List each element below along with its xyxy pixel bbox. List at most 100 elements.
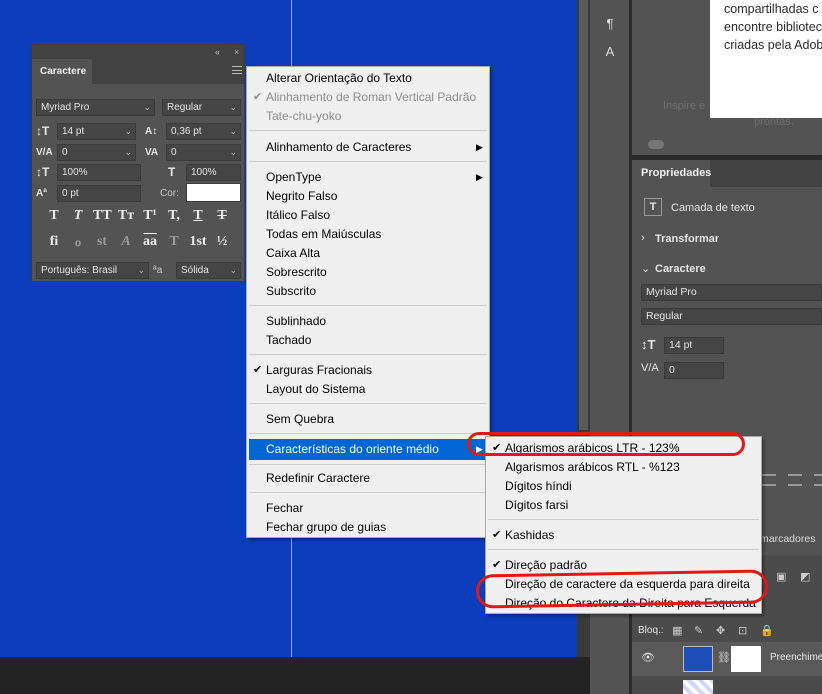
fractions-button[interactable]: ½ bbox=[213, 234, 231, 250]
baseline-shift-field[interactable]: 0 pt bbox=[57, 185, 141, 202]
character-section[interactable]: Caractere bbox=[655, 263, 706, 275]
props-font-size[interactable]: 14 pt bbox=[664, 337, 724, 354]
font-style-select[interactable]: Regular ⌄ bbox=[162, 99, 241, 116]
layers-filter-icon[interactable]: ◩ bbox=[800, 570, 810, 583]
menu-item-underline[interactable]: Sublinhado bbox=[249, 312, 487, 331]
justify-right-icon[interactable] bbox=[814, 474, 822, 486]
menu-item-strikethrough[interactable]: Tachado bbox=[249, 331, 487, 350]
ligatures-button[interactable]: fi bbox=[45, 234, 63, 250]
submenu-item-hindi-digits[interactable]: Dígitos híndi bbox=[488, 477, 759, 496]
menu-item-roman-vertical-alignment[interactable]: ✔ Alinhamento de Roman Vertical Padrão bbox=[249, 88, 487, 107]
menu-item-label: Alinhamento de Caracteres bbox=[266, 140, 412, 154]
checkmark-icon: ✔ bbox=[253, 364, 263, 376]
submenu-item-kashidas[interactable]: ✔ Kashidas bbox=[488, 526, 759, 545]
justify-icon[interactable] bbox=[762, 474, 776, 486]
all-caps-button[interactable]: TT bbox=[93, 208, 112, 224]
menu-item-label: Dígitos híndi bbox=[505, 479, 572, 493]
libraries-line: criadas pela Adob bbox=[724, 38, 822, 52]
panel-titlebar[interactable]: « × bbox=[32, 45, 244, 59]
lock-move-icon[interactable]: ✥ bbox=[716, 624, 725, 637]
properties-tabbar bbox=[710, 160, 822, 187]
layer-name[interactable]: Preenchime bbox=[770, 652, 822, 663]
menu-item-faux-bold[interactable]: Negrito Falso bbox=[249, 187, 487, 206]
menu-item-change-text-orientation[interactable]: Alterar Orientação do Texto bbox=[249, 69, 487, 88]
menu-item-fractional-widths[interactable]: ✔ Larguras Fracionais bbox=[249, 361, 487, 380]
font-family-select[interactable]: Myriad Pro ⌄ bbox=[36, 99, 155, 116]
close-icon[interactable]: × bbox=[234, 45, 239, 59]
menu-item-faux-italic[interactable]: Itálico Falso bbox=[249, 206, 487, 225]
vertical-scale-icon: ↕T bbox=[36, 165, 50, 179]
menu-item-label: Sem Quebra bbox=[266, 412, 335, 426]
tracking-value: 0 bbox=[171, 147, 177, 158]
menu-item-opentype[interactable]: OpenType ▶ bbox=[249, 168, 487, 187]
faux-bold-button[interactable]: T bbox=[45, 208, 63, 224]
menu-item-label: Negrito Falso bbox=[266, 189, 338, 203]
stylistic-alternates-button[interactable]: A bbox=[117, 234, 135, 250]
leading-field[interactable]: 0,36 pt ⌄ bbox=[166, 123, 241, 140]
leading-value: 0,36 pt bbox=[171, 126, 202, 137]
menu-item-close[interactable]: Fechar bbox=[249, 499, 487, 518]
language-select[interactable]: Português: Brasil ⌄ bbox=[36, 262, 149, 279]
tab-properties[interactable]: Propriedades bbox=[632, 160, 711, 187]
menu-item-tate-chu-yoko[interactable]: Tate-chu-yoko bbox=[249, 107, 487, 126]
layers-tab-label[interactable]: marcadores bbox=[760, 533, 815, 545]
faux-italic-button[interactable]: T bbox=[69, 208, 87, 224]
antialias-select[interactable]: Sólida ⌄ bbox=[176, 262, 241, 279]
menu-item-superscript[interactable]: Sobrescrito bbox=[249, 263, 487, 282]
visibility-eye-icon[interactable]: 👁 bbox=[641, 651, 655, 664]
menu-separator bbox=[249, 433, 487, 434]
lock-artboard-icon[interactable]: ⊡ bbox=[738, 624, 747, 637]
ornaments-button[interactable]: T bbox=[165, 234, 183, 250]
discretionary-ligatures-button[interactable]: ℴ bbox=[69, 234, 87, 251]
lock-transparent-icon[interactable]: ▦ bbox=[672, 624, 682, 637]
titling-alternates-button[interactable]: aa bbox=[141, 234, 159, 250]
menu-item-close-tab-group[interactable]: Fechar grupo de guias bbox=[249, 518, 487, 537]
scrollbar-thumb[interactable] bbox=[579, 0, 588, 430]
font-size-icon: ↕T bbox=[641, 337, 656, 352]
menu-item-label: Fechar bbox=[266, 501, 304, 515]
chevron-right-icon[interactable]: › bbox=[641, 232, 645, 244]
menu-item-character-alignment[interactable]: Alinhamento de Caracteres ▶ bbox=[249, 138, 487, 157]
panel-tabbar bbox=[92, 59, 244, 84]
swash-button[interactable]: st bbox=[93, 234, 111, 250]
menu-item-no-break[interactable]: Sem Quebra bbox=[249, 410, 487, 429]
menu-item-reset-character[interactable]: Redefinir Caractere bbox=[249, 469, 487, 488]
character-style-icon[interactable]: A bbox=[598, 42, 622, 62]
ordinals-button[interactable]: 1st bbox=[189, 234, 207, 250]
subscript-button[interactable]: T, bbox=[165, 208, 183, 224]
tab-caractere[interactable]: Caractere bbox=[32, 59, 92, 84]
color-swatch[interactable] bbox=[186, 183, 241, 202]
tracking-field[interactable]: 0 ⌄ bbox=[166, 144, 241, 161]
menu-item-all-caps[interactable]: Todas em Maiúsculas bbox=[249, 225, 487, 244]
vertical-scale-field[interactable]: 100% bbox=[57, 164, 141, 181]
props-tracking[interactable]: 0 bbox=[664, 362, 724, 379]
paragraph-icon[interactable]: ¶ bbox=[598, 14, 622, 34]
font-size-value: 14 pt bbox=[62, 126, 85, 137]
font-size-field[interactable]: 14 pt ⌄ bbox=[57, 123, 136, 140]
menu-item-small-caps[interactable]: Caixa Alta bbox=[249, 244, 487, 263]
small-caps-button[interactable]: Tт bbox=[117, 208, 135, 224]
submenu-item-arabic-rtl[interactable]: Algarismos arábicos RTL - %123 bbox=[488, 458, 759, 477]
lock-all-icon[interactable]: 🔒 bbox=[760, 624, 774, 637]
image-icon[interactable]: ▣ bbox=[776, 570, 786, 583]
panel-menu-icon[interactable] bbox=[232, 66, 242, 74]
horizontal-scale-field[interactable]: 100% bbox=[186, 164, 241, 181]
menu-item-system-layout[interactable]: Layout do Sistema bbox=[249, 380, 487, 399]
underline-button[interactable]: T bbox=[189, 208, 207, 224]
kerning-field[interactable]: 0 ⌄ bbox=[57, 144, 136, 161]
menu-item-middle-eastern-features[interactable]: Características do oriente médio ▶ bbox=[249, 439, 487, 460]
props-font-family[interactable]: Myriad Pro bbox=[641, 284, 822, 301]
menu-item-label: Kashidas bbox=[505, 528, 555, 542]
chevron-down-icon[interactable]: ⌄ bbox=[641, 262, 650, 275]
superscript-button[interactable]: T¹ bbox=[141, 208, 159, 224]
collapse-icon[interactable]: « bbox=[215, 45, 220, 59]
submenu-item-farsi-digits[interactable]: Dígitos farsi bbox=[488, 496, 759, 515]
menu-item-subscript[interactable]: Subscrito bbox=[249, 282, 487, 301]
font-family-value: Myriad Pro bbox=[41, 102, 90, 113]
justify-all-icon[interactable] bbox=[788, 474, 802, 486]
props-font-style[interactable]: Regular bbox=[641, 308, 822, 325]
strikethrough-button[interactable]: T bbox=[213, 208, 231, 224]
transform-section[interactable]: Transformar bbox=[655, 233, 719, 245]
tracking-icon: V/A bbox=[641, 362, 659, 374]
lock-paint-icon[interactable]: ✎ bbox=[694, 624, 703, 637]
